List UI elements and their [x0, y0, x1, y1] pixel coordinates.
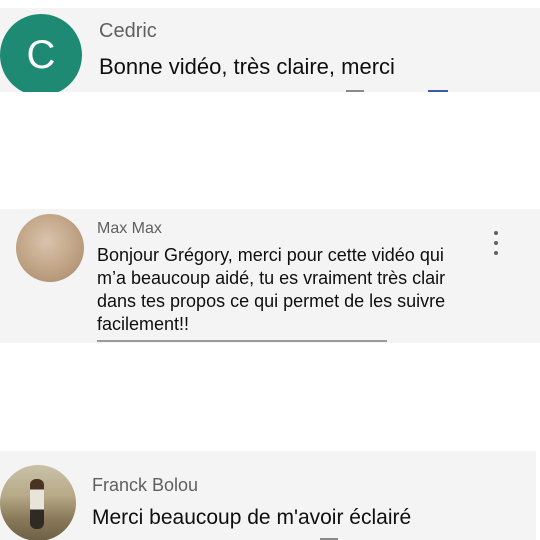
comment-author[interactable]: Cedric	[99, 20, 157, 43]
menu-dot	[494, 231, 498, 235]
menu-dot	[494, 241, 498, 245]
comment-card-franck-bolou: Franck Bolou Merci beaucoup de m'avoir é…	[0, 451, 536, 540]
comment-text: Bonne vidéo, très claire, merci	[99, 54, 395, 79]
comment-author[interactable]: Franck Bolou	[92, 475, 198, 496]
clipped-action-icon	[346, 90, 364, 92]
comment-card-cedric: C Cedric Bonne vidéo, très claire, merci	[0, 8, 540, 92]
avatar-photo-figure	[30, 479, 44, 529]
avatar[interactable]: C	[0, 14, 82, 92]
comment-text: Bonjour Grégory, merci pour cette vidéo …	[97, 245, 446, 334]
avatar[interactable]	[16, 214, 84, 282]
comment-author[interactable]: Max Max	[97, 220, 162, 238]
clipped-text-line	[97, 340, 387, 342]
menu-dot	[494, 251, 498, 255]
clipped-action-icon	[428, 90, 448, 92]
comment-card-max-max: Max Max Bonjour Grégory, merci pour cett…	[0, 209, 540, 343]
comment-text: Merci beaucoup de m'avoir éclairé	[92, 506, 412, 529]
avatar-letter: C	[26, 32, 56, 77]
avatar[interactable]	[0, 465, 76, 540]
more-vert-icon[interactable]	[488, 231, 504, 255]
